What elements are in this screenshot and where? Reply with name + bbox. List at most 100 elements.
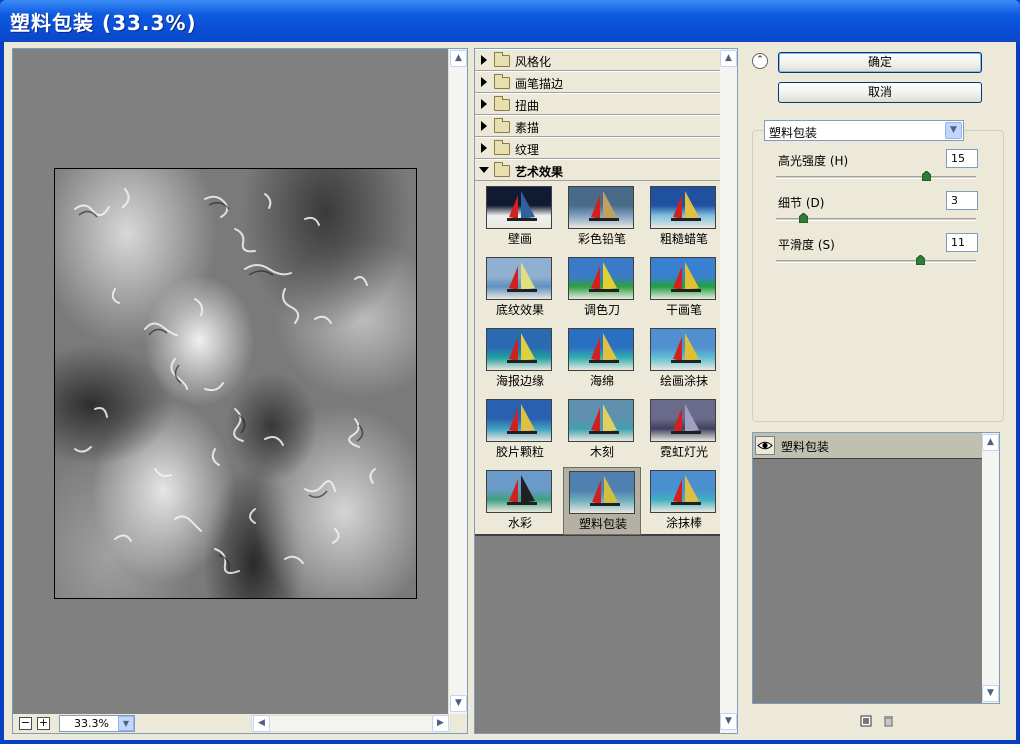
folder-icon <box>494 162 510 177</box>
filter-thumbnail-image <box>568 328 634 371</box>
triangle-right-icon[interactable] <box>481 77 487 87</box>
param-slider[interactable] <box>776 213 976 223</box>
chevron-down-icon[interactable]: ▼ <box>945 122 962 139</box>
effect-layer-row[interactable]: 塑料包装 <box>753 433 983 459</box>
filter-thumbnail-label: 粗糙蜡笔 <box>659 232 708 246</box>
double-chevron-up-icon[interactable]: ⌃ <box>752 53 768 69</box>
triangle-right-icon[interactable] <box>481 143 487 153</box>
scroll-left-icon[interactable]: ◀ <box>253 715 270 732</box>
preview-vertical-scrollbar[interactable]: ▲ ▼ <box>448 49 467 714</box>
filter-thumbnail[interactable]: 涂抹棒 <box>645 467 723 535</box>
filter-category-label: 艺术效果 <box>515 165 564 179</box>
new-layer-icon[interactable] <box>860 714 873 727</box>
scroll-up-icon[interactable]: ▲ <box>720 50 737 67</box>
filter-thumbnail[interactable]: 水彩 <box>481 467 559 535</box>
slider-thumb-icon[interactable] <box>922 171 931 181</box>
filter-thumbnail[interactable]: 壁画 <box>481 183 559 251</box>
filter-thumbnail-image <box>486 470 552 513</box>
folder-icon <box>494 96 510 111</box>
cancel-button[interactable]: 取消 <box>778 82 982 103</box>
param-label: 高光强度 (H) <box>778 154 849 168</box>
filter-thumbnail-label: 底纹效果 <box>495 303 544 317</box>
filter-thumbnail-image <box>486 257 552 300</box>
filter-thumbnail[interactable]: 调色刀 <box>563 254 641 322</box>
folder-icon <box>494 74 510 89</box>
filter-thumbnail[interactable]: 彩色铅笔 <box>563 183 641 251</box>
preview-horizontal-scrollbar[interactable]: ◀ ▶ <box>251 715 451 732</box>
filter-thumbnail-label: 木刻 <box>589 445 614 459</box>
filter-category-label: 素描 <box>515 121 540 135</box>
triangle-right-icon[interactable] <box>481 55 487 65</box>
filter-thumbnail-image <box>486 186 552 229</box>
scroll-up-icon[interactable]: ▲ <box>450 50 467 67</box>
preview-pane: ▲ ▼ − + 33.3% ▼ ◀ ▶ <box>12 48 468 734</box>
triangle-right-icon[interactable] <box>481 99 487 109</box>
slider-thumb-icon[interactable] <box>799 213 808 223</box>
scroll-up-icon[interactable]: ▲ <box>982 434 999 451</box>
filter-category[interactable]: 扭曲 <box>475 93 721 115</box>
slider-thumb-icon[interactable] <box>916 255 925 265</box>
filter-thumbnail-image <box>568 186 634 229</box>
scroll-down-icon[interactable]: ▼ <box>450 695 467 712</box>
effect-layers-pane: 塑料包装 ▲ ▼ <box>752 432 1000 704</box>
triangle-right-icon[interactable] <box>481 121 487 131</box>
filter-thumbnail[interactable]: 粗糙蜡笔 <box>645 183 723 251</box>
chevron-down-icon[interactable]: ▼ <box>118 716 134 731</box>
scroll-down-icon[interactable]: ▼ <box>720 713 737 730</box>
folder-icon <box>494 118 510 133</box>
filter-thumbnail-image <box>569 471 635 514</box>
effect-layer-name: 塑料包装 <box>781 440 830 454</box>
zoom-level-value: 33.3% <box>74 717 109 730</box>
filter-category[interactable]: 纹理 <box>475 137 721 159</box>
zoom-level-select[interactable]: 33.3% ▼ <box>59 715 135 732</box>
filter-category[interactable]: 风格化 <box>475 49 721 71</box>
ok-button[interactable]: 确定 <box>778 52 982 73</box>
preview-canvas[interactable] <box>54 168 417 599</box>
filter-thumbnail[interactable]: 木刻 <box>563 396 641 464</box>
zoom-out-button[interactable]: − <box>19 717 32 730</box>
param-label: 平滑度 (S) <box>778 238 835 252</box>
filter-category[interactable]: 艺术效果 <box>475 159 721 181</box>
filter-thumbnail[interactable]: 海绵 <box>563 325 641 393</box>
filter-category-label: 画笔描边 <box>515 77 564 91</box>
filter-thumbnail[interactable]: 霓虹灯光 <box>645 396 723 464</box>
title-bar: 塑料包装 (33.3%) <box>0 0 1020 42</box>
filter-thumbnail[interactable]: 塑料包装 <box>563 467 641 535</box>
filter-thumbnail-image <box>650 186 716 229</box>
layers-scrollbar[interactable]: ▲ ▼ <box>982 433 999 703</box>
filter-thumbnail-image <box>486 399 552 442</box>
zoom-in-button[interactable]: + <box>37 717 50 730</box>
filter-thumbnail-label: 塑料包装 <box>578 517 627 531</box>
filter-thumbnail[interactable]: 胶片颗粒 <box>481 396 559 464</box>
preview-zoom-bar: − + 33.3% ▼ ◀ ▶ <box>13 714 467 733</box>
scroll-down-icon[interactable]: ▼ <box>982 685 999 702</box>
param-slider[interactable] <box>776 255 976 265</box>
filter-thumbnail[interactable]: 绘画涂抹 <box>645 325 723 393</box>
filter-thumbnail-image <box>486 328 552 371</box>
param-value-field[interactable]: 11 <box>946 233 978 252</box>
filter-category-label: 风格化 <box>515 55 552 69</box>
scroll-right-icon[interactable]: ▶ <box>432 715 449 732</box>
plastic-wrap-texture <box>74 188 376 574</box>
param-value-field[interactable]: 3 <box>946 191 978 210</box>
filter-category[interactable]: 画笔描边 <box>475 71 721 93</box>
filter-thumbnail-label: 海绵 <box>589 374 614 388</box>
param-slider[interactable] <box>776 171 976 181</box>
trash-icon[interactable] <box>882 714 895 727</box>
eye-icon[interactable] <box>755 436 775 455</box>
filter-select[interactable]: 塑料包装 ▼ <box>764 120 964 141</box>
param-value-field[interactable]: 15 <box>946 149 978 168</box>
triangle-down-icon[interactable] <box>479 167 489 173</box>
filter-list-pane: 壁画 彩色铅笔 粗糙蜡笔底纹效果 调色刀 干画笔海报边缘 海绵 绘画涂抹胶片颗粒 木刻 霓虹灯光… <box>474 48 738 734</box>
filter-thumbnail-label: 壁画 <box>507 232 532 246</box>
filter-thumbnail[interactable]: 干画笔 <box>645 254 723 322</box>
filter-thumbnail-label: 彩色铅笔 <box>577 232 626 246</box>
window-title: 塑料包装 (33.3%) <box>10 11 197 35</box>
filter-thumbnail[interactable]: 海报边缘 <box>481 325 559 393</box>
preview-area[interactable] <box>13 49 448 714</box>
filter-list-scrollbar[interactable]: ▲ ▼ <box>720 49 737 733</box>
filter-thumbnail[interactable]: 底纹效果 <box>481 254 559 322</box>
filter-thumbnail-label: 绘画涂抹 <box>659 374 708 388</box>
filter-thumbnail-label: 水彩 <box>507 516 532 530</box>
filter-category[interactable]: 素描 <box>475 115 721 137</box>
